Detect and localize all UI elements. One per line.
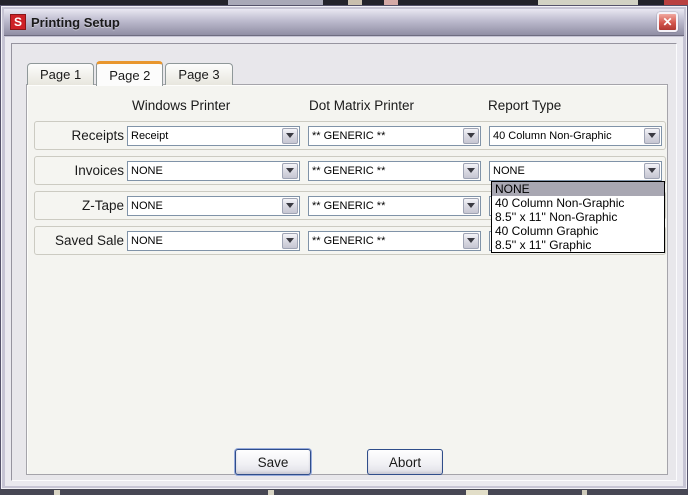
tab-page-content: Windows Printer Dot Matrix Printer Repor… (26, 84, 668, 475)
invoices-dot-matrix-printer-select[interactable]: ** GENERIC ** (308, 160, 481, 181)
chevron-down-icon[interactable] (463, 162, 479, 179)
taskbar-strip (0, 489, 688, 495)
chevron-down-icon[interactable] (463, 197, 479, 214)
title-bar[interactable]: S Printing Setup ✕ (4, 9, 684, 36)
tab-page-3[interactable]: Page 3 (165, 63, 233, 85)
taskbar-fragment (466, 490, 488, 495)
column-header-dot-matrix-printer: Dot Matrix Printer (309, 98, 415, 113)
chevron-down-icon[interactable] (282, 127, 298, 144)
taskbar-fragment (582, 490, 587, 495)
dropdown-option-40-column-graphic[interactable]: 40 Column Graphic (492, 224, 664, 238)
window-title: Printing Setup (31, 14, 120, 30)
report-type-dropdown-list: NONE 40 Column Non-Graphic 8.5'' x 11'' … (491, 181, 665, 253)
dropdown-option-85x11-graphic[interactable]: 8.5'' x 11'' Graphic (492, 238, 664, 252)
row-receipts: Receipts Receipt ** GENERIC ** 40 Column… (34, 121, 666, 150)
saved-sale-dot-matrix-printer-select[interactable]: ** GENERIC ** (308, 230, 481, 251)
combo-value: ** GENERIC ** (312, 234, 386, 247)
screen: S Printing Setup ✕ Page 1 Page 2 Page 3 … (0, 0, 688, 495)
chevron-down-icon[interactable] (463, 127, 479, 144)
chevron-down-icon[interactable] (463, 232, 479, 249)
row-label: Receipts (71, 128, 124, 143)
chevron-down-icon[interactable] (282, 197, 298, 214)
row-label: Invoices (74, 163, 124, 178)
dropdown-option-85x11-non-graphic[interactable]: 8.5'' x 11'' Non-Graphic (492, 210, 664, 224)
column-header-windows-printer: Windows Printer (132, 98, 231, 113)
taskbar-fragment (54, 490, 60, 495)
combo-value: ** GENERIC ** (312, 164, 386, 177)
printing-setup-window: S Printing Setup ✕ Page 1 Page 2 Page 3 … (0, 5, 688, 490)
z-tape-dot-matrix-printer-select[interactable]: ** GENERIC ** (308, 195, 481, 216)
row-label: Z-Tape (81, 198, 124, 213)
combo-value: 40 Column Non-Graphic (493, 129, 612, 142)
receipts-report-type-select[interactable]: 40 Column Non-Graphic (489, 125, 662, 146)
dialog-client-area: Page 1 Page 2 Page 3 Windows Printer Dot… (5, 37, 683, 486)
receipts-windows-printer-select[interactable]: Receipt (127, 125, 300, 146)
tab-page-1[interactable]: Page 1 (27, 63, 95, 85)
close-button[interactable]: ✕ (657, 12, 678, 32)
app-icon: S (10, 14, 26, 30)
content-panel: Page 1 Page 2 Page 3 Windows Printer Dot… (11, 43, 677, 481)
combo-value: Receipt (131, 129, 169, 142)
dropdown-option-40-column-non-graphic[interactable]: 40 Column Non-Graphic (492, 196, 664, 210)
chevron-down-icon[interactable] (644, 127, 660, 144)
combo-value: NONE (131, 199, 163, 212)
combo-value: NONE (131, 234, 163, 247)
z-tape-windows-printer-select[interactable]: NONE (127, 195, 300, 216)
taskbar-fragment (268, 490, 274, 495)
tab-bar: Page 1 Page 2 Page 3 (27, 60, 235, 86)
invoices-report-type-select[interactable]: NONE (489, 160, 662, 181)
combo-value: NONE (493, 164, 525, 177)
combo-value: ** GENERIC ** (312, 129, 386, 142)
abort-button[interactable]: Abort (367, 449, 443, 475)
invoices-windows-printer-select[interactable]: NONE (127, 160, 300, 181)
save-button[interactable]: Save (235, 449, 311, 475)
column-header-report-type: Report Type (488, 98, 562, 113)
chevron-down-icon[interactable] (282, 232, 298, 249)
combo-value: NONE (131, 164, 163, 177)
receipts-dot-matrix-printer-select[interactable]: ** GENERIC ** (308, 125, 481, 146)
chevron-down-icon[interactable] (282, 162, 298, 179)
row-label: Saved Sale (54, 233, 124, 248)
dropdown-option-none[interactable]: NONE (492, 182, 664, 196)
chevron-down-icon[interactable] (644, 162, 660, 179)
tab-page-2[interactable]: Page 2 (96, 61, 164, 86)
combo-value: ** GENERIC ** (312, 199, 386, 212)
saved-sale-windows-printer-select[interactable]: NONE (127, 230, 300, 251)
